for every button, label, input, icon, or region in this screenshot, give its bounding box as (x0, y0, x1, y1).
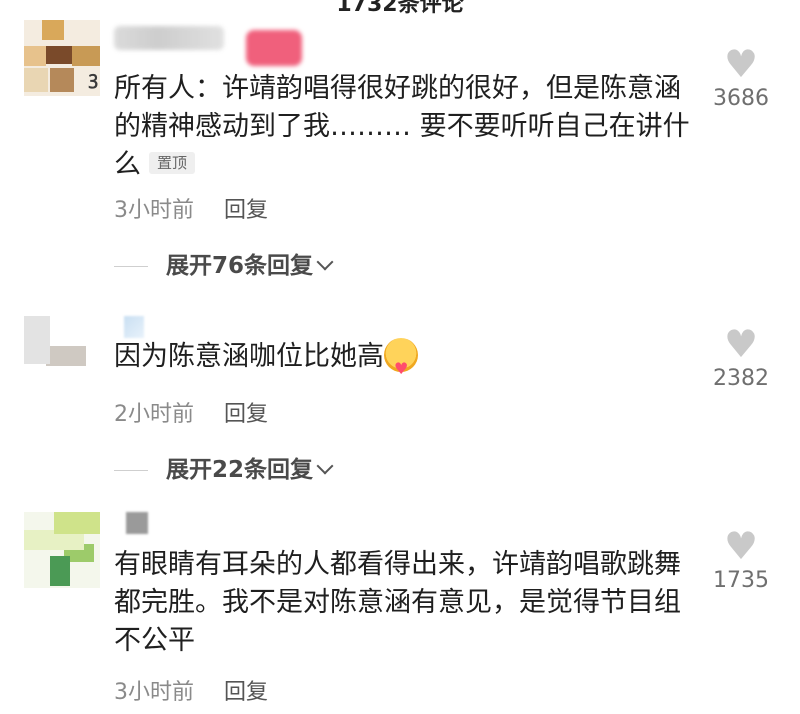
hugging-face-emoji (384, 337, 418, 388)
comment-meta: 2小时前 回复 (114, 396, 268, 428)
reply-button[interactable]: 回复 (224, 198, 268, 223)
comment-meta: 3小时前 回复 (114, 674, 268, 706)
comment-text: 因为陈意涵咖位比她高 (114, 337, 704, 388)
user-badge-blurred (246, 30, 302, 66)
username-blurred[interactable] (126, 512, 148, 534)
comments-title: 1732条评论 (336, 0, 464, 17)
comment-text-content: 所有人：许靖韵唱得很好跳的很好，但是陈意涵的精神感动到了我……… 要不要听听自己… (114, 73, 690, 180)
heart-icon: ♥ (723, 322, 759, 366)
divider-line (114, 470, 148, 471)
avatar[interactable] (24, 512, 100, 588)
like-button[interactable]: ♥ 2382 (706, 324, 776, 391)
comment-text: 所有人：许靖韵唱得很好跳的很好，但是陈意涵的精神感动到了我……… 要不要听听自己… (114, 70, 704, 184)
comment-time: 3小时前 (114, 680, 194, 705)
comment-text-content: 因为陈意涵咖位比她高 (114, 341, 384, 372)
expand-replies-button[interactable]: 展开76条回复 (114, 246, 334, 280)
heart-icon: ♥ (723, 42, 759, 86)
reply-button[interactable]: 回复 (224, 402, 268, 427)
heart-icon: ♥ (723, 524, 759, 568)
comment-time: 3小时前 (114, 198, 194, 223)
like-count: 2382 (713, 366, 769, 391)
comment-meta: 3小时前 回复 (114, 192, 268, 224)
divider-line (114, 266, 148, 267)
expand-replies-label: 展开22条回复 (166, 457, 314, 483)
reply-button[interactable]: 回复 (224, 680, 268, 705)
like-button[interactable]: ♥ 1735 (706, 526, 776, 593)
avatar[interactable] (24, 316, 100, 392)
like-count: 1735 (713, 568, 769, 593)
username-blurred[interactable] (114, 26, 224, 50)
avatar-mark: ꝫ (88, 68, 98, 89)
avatar[interactable]: ꝫ (24, 20, 100, 96)
like-button[interactable]: ♥ 3686 (706, 44, 776, 111)
chevron-down-icon (316, 253, 334, 271)
pinned-badge: 置顶 (149, 151, 196, 174)
like-count: 3686 (713, 86, 769, 111)
comment-text: 有眼睛有耳朵的人都看得出来，许靖韵唱歌跳舞都完胜。我不是对陈意涵有意见，是觉得节… (114, 546, 704, 660)
chevron-down-icon (316, 457, 334, 475)
comment-text-content: 有眼睛有耳朵的人都看得出来，许靖韵唱歌跳舞都完胜。我不是对陈意涵有意见，是觉得节… (114, 549, 681, 656)
username-blurred[interactable] (124, 316, 144, 338)
expand-replies-button[interactable]: 展开22条回复 (114, 450, 334, 484)
expand-replies-label: 展开76条回复 (166, 253, 314, 279)
comment-time: 2小时前 (114, 402, 194, 427)
